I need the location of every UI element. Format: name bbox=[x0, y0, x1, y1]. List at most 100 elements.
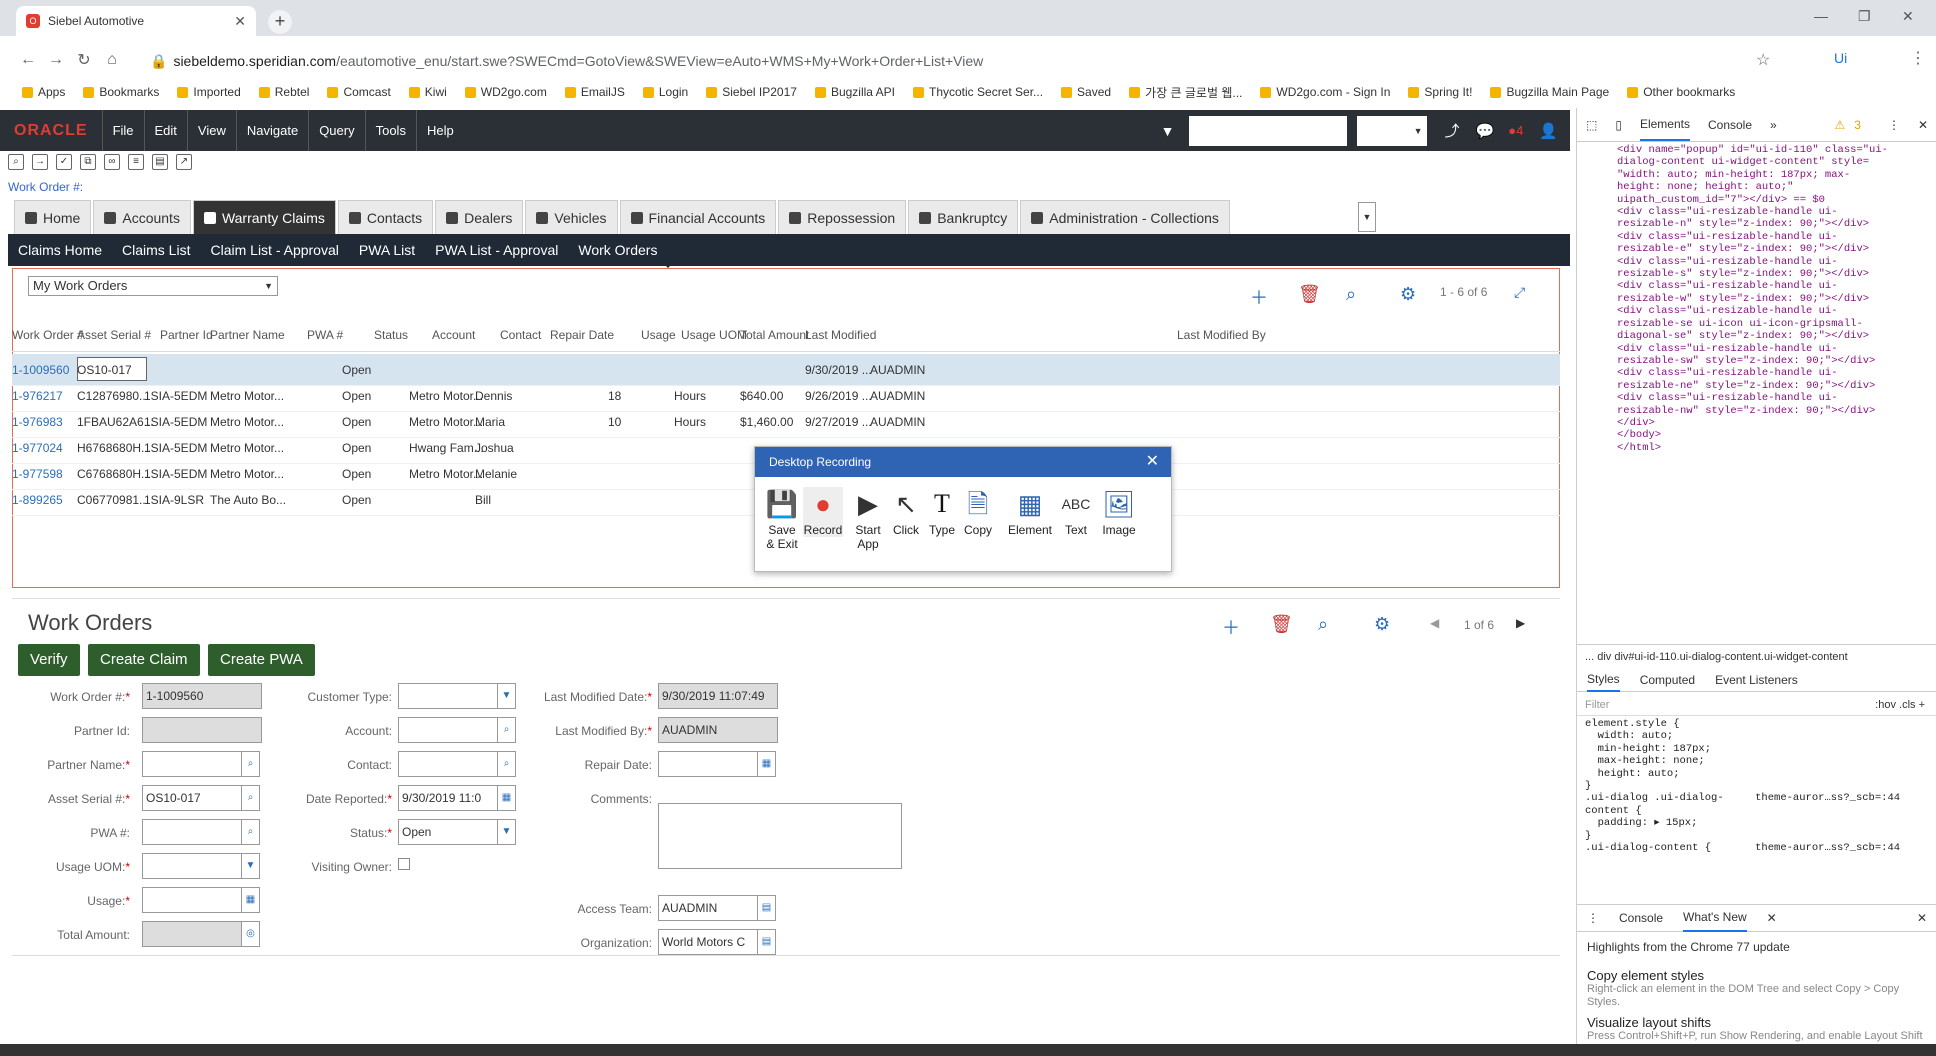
close-icon[interactable]: ✕ bbox=[1146, 447, 1159, 477]
screen-tab[interactable]: Vehicles bbox=[525, 200, 618, 234]
bookmark-item[interactable]: Bugzilla Main Page bbox=[1490, 85, 1609, 99]
search-select[interactable]: ▼ bbox=[1356, 115, 1427, 146]
screen-tab[interactable]: Home bbox=[14, 200, 92, 234]
subnav-link[interactable]: PWA List bbox=[359, 242, 415, 258]
usage-uom-field[interactable] bbox=[142, 853, 242, 879]
styles-tab[interactable]: Computed bbox=[1640, 673, 1695, 687]
bookmark-item[interactable]: Kiwi bbox=[408, 85, 447, 99]
column-header[interactable]: Status bbox=[374, 328, 408, 342]
column-header[interactable]: Partner Id bbox=[160, 328, 213, 342]
menu-item[interactable]: File bbox=[101, 110, 144, 151]
pick-icon[interactable]: ▤ bbox=[758, 895, 776, 921]
styles-filter[interactable]: Filter:hov .cls + bbox=[1577, 694, 1936, 716]
bookmark-item[interactable]: Bookmarks bbox=[83, 85, 159, 99]
whats-new-title[interactable]: Copy element styles bbox=[1587, 968, 1927, 983]
styles-tab[interactable]: Event Listeners bbox=[1715, 673, 1798, 687]
cell-wo[interactable]: 1-976983 bbox=[12, 415, 63, 429]
bookmark-item[interactable]: Bugzilla API bbox=[814, 85, 895, 99]
bookmark-item[interactable]: Siebel IP2017 bbox=[706, 85, 797, 99]
new-tab-button[interactable]: + bbox=[268, 10, 292, 34]
menu-item[interactable]: Help bbox=[415, 110, 464, 151]
add-icon[interactable]: ＋ bbox=[1222, 614, 1240, 640]
bookmark-item[interactable]: Apps bbox=[22, 85, 65, 99]
kebab-menu-icon[interactable]: ⋮ bbox=[1888, 118, 1900, 132]
delete-icon[interactable]: 🗑 bbox=[1270, 614, 1293, 635]
repair-date-field[interactable] bbox=[658, 751, 758, 777]
more-tabs-dropdown[interactable]: ▼ bbox=[1358, 202, 1376, 232]
work-order-link[interactable]: Work Order #: bbox=[8, 180, 83, 194]
close-window-icon[interactable]: ✕ bbox=[1902, 8, 1914, 25]
pick-icon[interactable]: ⌕ bbox=[498, 717, 516, 743]
date-reported-field[interactable]: 9/30/2019 11:0 bbox=[398, 785, 498, 811]
create-pwa-button[interactable]: Create PWA bbox=[208, 644, 315, 676]
screen-tab[interactable]: Warranty Claims bbox=[192, 200, 336, 234]
text-button[interactable]: ABC Text bbox=[1057, 487, 1095, 537]
next-record-icon[interactable]: ▶ bbox=[1516, 616, 1525, 630]
navigate-icon[interactable]: → bbox=[32, 154, 48, 170]
expand-icon[interactable]: ⤢ bbox=[1514, 284, 1525, 301]
warning-count[interactable]: ⚠ 3 bbox=[1834, 118, 1869, 132]
copy-icon[interactable]: ⧉ bbox=[80, 154, 96, 170]
gear-icon[interactable]: ⚙ bbox=[1374, 614, 1390, 635]
prev-record-icon[interactable]: ◀ bbox=[1430, 616, 1439, 630]
back-icon[interactable]: ← bbox=[14, 51, 42, 69]
record-button[interactable]: ● Record bbox=[803, 487, 843, 537]
menu-item[interactable]: Navigate bbox=[235, 110, 308, 151]
styles-tab[interactable]: Styles bbox=[1587, 668, 1620, 692]
reload-icon[interactable]: ↻ bbox=[70, 50, 98, 70]
column-header[interactable]: PWA # bbox=[307, 328, 343, 342]
create-claim-button[interactable]: Create Claim bbox=[88, 644, 200, 676]
browser-tab[interactable]: O Siebel Automotive ✕ bbox=[16, 6, 256, 36]
last-modified-by-field[interactable]: AUADMIN bbox=[658, 717, 778, 743]
subnav-link[interactable]: Work Orders bbox=[578, 242, 657, 258]
subnav-link[interactable]: Claims List bbox=[122, 242, 190, 258]
cell-wo[interactable]: 1-977024 bbox=[12, 441, 63, 455]
screen-tab[interactable]: Accounts bbox=[93, 200, 191, 234]
type-button[interactable]: T Type bbox=[923, 487, 961, 537]
visiting-owner-checkbox[interactable] bbox=[398, 858, 410, 870]
console-tab[interactable]: Console bbox=[1708, 118, 1752, 132]
account-field[interactable] bbox=[398, 717, 498, 743]
calendar-icon[interactable]: ▦ bbox=[758, 751, 776, 777]
screen-tab[interactable]: Repossession bbox=[778, 200, 907, 234]
bookmark-item[interactable]: WD2go.com bbox=[464, 85, 547, 99]
menu-item[interactable]: View bbox=[186, 110, 236, 151]
asset-serial-field[interactable]: OS10-017 bbox=[142, 785, 242, 811]
column-header[interactable]: Last Modified bbox=[805, 328, 876, 342]
partner-id-field[interactable] bbox=[142, 717, 262, 743]
user-icon[interactable]: 👤 bbox=[1539, 122, 1558, 140]
close-tab-icon[interactable]: ✕ bbox=[1767, 911, 1777, 925]
elements-tab[interactable]: Elements bbox=[1639, 109, 1690, 141]
column-header[interactable]: Last Modified By bbox=[1177, 328, 1266, 342]
close-devtools-icon[interactable]: ✕ bbox=[1918, 118, 1928, 132]
bookmark-item[interactable]: Saved bbox=[1061, 85, 1111, 99]
save-exit-button[interactable]: 💾 Save & Exit bbox=[763, 487, 801, 551]
forward-icon[interactable]: → bbox=[42, 51, 70, 69]
screen-tab[interactable]: Administration - Collections bbox=[1020, 200, 1230, 234]
column-header[interactable]: Contact bbox=[500, 328, 541, 342]
column-header[interactable]: Asset Serial # bbox=[77, 328, 151, 342]
delete-icon[interactable]: 🗑 bbox=[1298, 284, 1321, 305]
total-amount-field[interactable] bbox=[142, 921, 242, 947]
last-modified-date-field[interactable]: 9/30/2019 11:07:49 bbox=[658, 683, 778, 709]
add-icon[interactable]: ＋ bbox=[1250, 284, 1268, 310]
cell-wo[interactable]: 1-899265 bbox=[12, 493, 63, 507]
currency-icon[interactable]: ◎ bbox=[242, 921, 260, 947]
dom-breadcrumb[interactable]: ... div div#ui-id-110.ui-dialog-content.… bbox=[1577, 644, 1936, 668]
cell-wo[interactable]: 1-976217 bbox=[12, 389, 63, 403]
menu-item[interactable]: Tools bbox=[364, 110, 416, 151]
search-icon[interactable]: ⌕ bbox=[8, 154, 24, 170]
bookmark-item[interactable]: Thycotic Secret Ser... bbox=[913, 85, 1043, 99]
column-header[interactable]: Usage UOM bbox=[681, 328, 747, 342]
drawer-whatsnew-tab[interactable]: What's New bbox=[1683, 904, 1747, 932]
column-header[interactable]: Total Amount bbox=[740, 328, 809, 342]
cell-wo[interactable]: 1-1009560 bbox=[12, 363, 69, 377]
organization-field[interactable]: World Motors C bbox=[658, 929, 758, 955]
dropdown-arrow-icon[interactable]: ▼ bbox=[1161, 123, 1175, 139]
column-header[interactable]: Repair Date bbox=[550, 328, 614, 342]
pick-icon[interactable]: ⌕ bbox=[498, 751, 516, 777]
minimize-icon[interactable]: — bbox=[1814, 8, 1828, 24]
column-header[interactable]: Work Order # bbox=[12, 328, 84, 342]
menu-icon[interactable]: ⋮ bbox=[1910, 48, 1926, 68]
work-order-field[interactable]: 1-1009560 bbox=[142, 683, 262, 709]
